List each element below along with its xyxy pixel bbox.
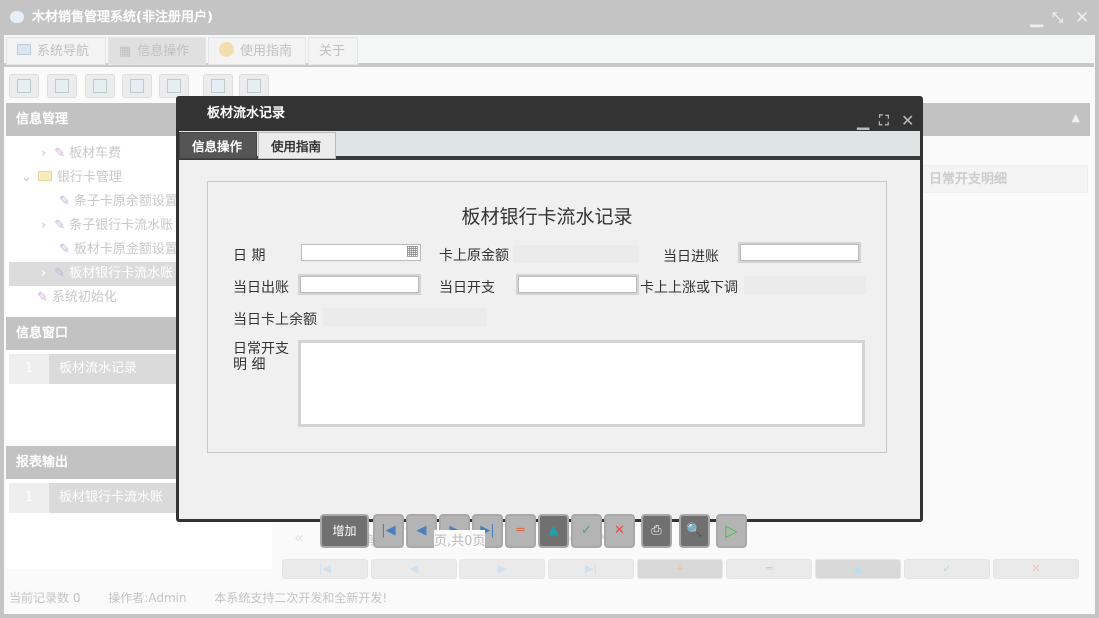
page-total: 页,共0页 [434,530,486,549]
cancel-button[interactable]: ✕ [604,514,635,548]
tool-icon: ✎ [59,194,70,209]
tool-icon: ✎ [59,242,70,257]
form-title: 板材银行卡流水记录 [461,206,633,228]
daily-out-label: 当日出账 [233,280,289,296]
tab-about[interactable]: 关于 [308,37,358,65]
daily-expense-input[interactable] [516,274,639,295]
grid-first-button[interactable]: |◀ [282,559,368,579]
list-icon[interactable] [47,74,77,98]
daily-out-input[interactable] [298,274,421,295]
folder-icon [37,171,52,181]
title-bar: 木材销售管理系统(非注册用户) [0,0,1099,35]
app-title: 木材销售管理系统(非注册用户) [32,10,213,25]
grid-delete-button[interactable]: ═ [726,559,812,579]
prev-record-button[interactable]: ◀ [406,514,437,548]
restore-icon[interactable]: ⤡ [1052,10,1063,26]
adjust-label: 卡上上涨或下调 [640,280,738,296]
balance-label: 当日卡上余额 [233,312,317,328]
grid-save-button[interactable]: ✓ [904,559,990,579]
original-amount-label: 卡上原金额 [439,248,509,264]
grid-add-button[interactable]: + [637,559,723,579]
edit-button[interactable]: ▲ [538,514,569,548]
run-icon[interactable]: ▷ [716,514,747,548]
add-button[interactable]: 增加 [320,514,369,548]
dialog-title: 板材流水记录 [207,106,286,121]
tool-icon: ✎ [37,290,48,305]
first-page-button[interactable]: « [287,527,311,549]
detail-label: 日常开支 明 细 [233,341,289,373]
calendar-icon[interactable]: ▦ [406,243,419,259]
daily-income-label: 当日进账 [663,249,719,265]
record-count: 当前记录数 0 [9,591,81,605]
tab-info-ops[interactable]: 信息操作 [179,132,257,159]
print-icon[interactable] [239,74,269,98]
dialog-title-bar: 板材流水记录 ▁ ⛶ ✕ [179,96,920,131]
grid-icon: ▦ [119,44,132,59]
minimize-icon[interactable]: ▁ [1030,8,1043,28]
users-icon[interactable] [122,74,152,98]
status-note: 本系统支持二次开发和全新开发! [214,591,388,605]
grid-edit-button[interactable]: ▲ [815,559,901,579]
grid-prev-button[interactable]: ◀ [371,559,457,579]
operator: 操作者:Admin [108,591,187,605]
close-icon[interactable]: ✕ [1075,8,1089,28]
search-icon[interactable] [9,74,39,98]
screen-icon[interactable] [159,74,189,98]
collapse-icon[interactable]: ▲ [1072,111,1080,124]
grid-last-button[interactable]: ▶| [548,559,634,579]
app-logo-icon [10,11,24,23]
grid-cancel-button[interactable]: ✕ [993,559,1079,579]
status-bar: 当前记录数 0 操作者:Admin 本系统支持二次开发和全新开发! [4,585,1094,611]
grid-next-button[interactable]: ▶ [459,559,545,579]
first-record-button[interactable]: |◀ [373,514,404,548]
delete-button[interactable]: ═ [505,514,536,548]
save-button[interactable]: ✓ [571,514,602,548]
tool-icon: ✎ [54,266,66,281]
document-icon[interactable] [85,74,115,98]
tool-icon: ✎ [54,146,66,161]
original-amount-value [513,245,639,263]
tab-system-nav[interactable]: 系统导航 [6,37,106,65]
main-tabs: 系统导航 ▦ 信息操作 使用指南 关于 [4,35,1094,67]
export-icon[interactable] [203,74,233,98]
column-header[interactable]: 日常开支明细 [929,172,1007,187]
monitor-icon [17,44,31,55]
daily-expense-label: 当日开支 [439,280,495,296]
detail-textarea[interactable] [298,340,865,427]
print-icon[interactable]: ⎙ [641,514,672,548]
help-icon [219,42,234,57]
preview-icon[interactable]: 🔍 [679,514,710,548]
tab-info-ops[interactable]: ▦ 信息操作 [108,37,206,65]
date-input[interactable]: ▦ [299,242,423,263]
tool-icon: ✎ [54,218,66,233]
balance-value [323,308,487,326]
form-panel: 板材银行卡流水记录 日 期 ▦ 卡上原金额 当日进账 当日出账 当日开支 卡上上… [207,181,887,453]
tab-guide[interactable]: 使用指南 [258,132,336,159]
date-label: 日 期 [233,248,266,264]
daily-income-input[interactable] [738,242,861,263]
adjust-value [744,276,866,294]
record-dialog: 板材流水记录 ▁ ⛶ ✕ 信息操作 使用指南 板材银行卡流水记录 日 期 ▦ 卡… [176,96,923,548]
dialog-tabs: 信息操作 使用指南 [179,131,920,160]
tab-guide[interactable]: 使用指南 [208,37,306,65]
dialog-body: 信息操作 使用指南 板材银行卡流水记录 日 期 ▦ 卡上原金额 当日进账 当日出… [179,131,920,548]
